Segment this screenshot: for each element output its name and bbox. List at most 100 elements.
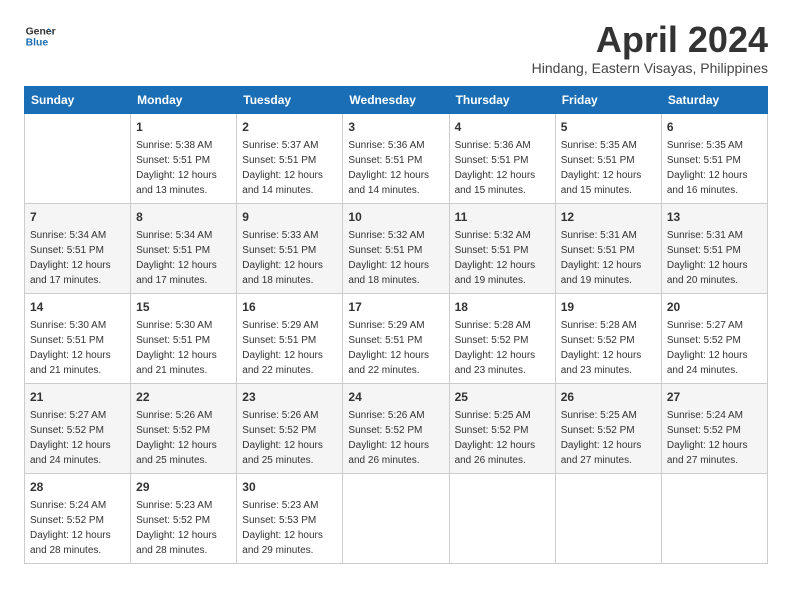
calendar-cell: 18 Sunrise: 5:28 AM Sunset: 5:52 PM Dayli… [449,293,555,383]
calendar-cell: 11 Sunrise: 5:32 AM Sunset: 5:51 PM Dayli… [449,203,555,293]
day-info: Sunrise: 5:38 AM Sunset: 5:51 PM Dayligh… [136,138,231,198]
day-number: 1 [136,118,231,136]
day-number: 13 [667,208,762,226]
calendar-week-1: 1 Sunrise: 5:38 AM Sunset: 5:51 PM Daylig… [25,113,768,203]
logo-icon: General Blue [24,20,56,52]
day-info: Sunrise: 5:24 AM Sunset: 5:52 PM Dayligh… [30,498,125,558]
calendar-cell: 6Sunrise: 5:35 AM Sunset: 5:51 PM Daylig… [661,113,767,203]
day-info: Sunrise: 5:28 AM Sunset: 5:52 PM Dayligh… [561,318,656,378]
day-number: 28 [30,478,125,496]
calendar-cell: 27 Sunrise: 5:24 AM Sunset: 5:52 PM Dayli… [661,383,767,473]
calendar-cell [661,473,767,563]
col-header-friday: Friday [555,86,661,113]
day-info: Sunrise: 5:30 AM Sunset: 5:51 PM Dayligh… [136,318,231,378]
day-number: 8 [136,208,231,226]
calendar-cell: 9 Sunrise: 5:33 AM Sunset: 5:51 PM Daylig… [237,203,343,293]
calendar-week-4: 21Sunrise: 5:27 AM Sunset: 5:52 PM Dayli… [25,383,768,473]
day-number: 15 [136,298,231,316]
day-number: 21 [30,388,125,406]
calendar-cell: 17Sunrise: 5:29 AM Sunset: 5:51 PM Dayli… [343,293,449,383]
calendar-cell: 22Sunrise: 5:26 AM Sunset: 5:52 PM Dayli… [131,383,237,473]
calendar-cell [25,113,131,203]
month-title: April 2024 [532,20,768,60]
calendar-cell: 28 Sunrise: 5:24 AM Sunset: 5:52 PM Dayli… [25,473,131,563]
day-number: 11 [455,208,550,226]
col-header-saturday: Saturday [661,86,767,113]
day-info: Sunrise: 5:26 AM Sunset: 5:52 PM Dayligh… [136,408,231,468]
calendar-cell: 13 Sunrise: 5:31 AM Sunset: 5:51 PM Dayli… [661,203,767,293]
day-number: 17 [348,298,443,316]
day-number: 4 [455,118,550,136]
calendar-week-3: 14Sunrise: 5:30 AM Sunset: 5:51 PM Dayli… [25,293,768,383]
calendar-cell: 15 Sunrise: 5:30 AM Sunset: 5:51 PM Dayli… [131,293,237,383]
day-number: 27 [667,388,762,406]
calendar-cell: 12 Sunrise: 5:31 AM Sunset: 5:51 PM Dayli… [555,203,661,293]
day-number: 24 [348,388,443,406]
calendar-cell: 7 Sunrise: 5:34 AM Sunset: 5:51 PM Daylig… [25,203,131,293]
calendar-cell [343,473,449,563]
col-header-monday: Monday [131,86,237,113]
calendar-cell: 25 Sunrise: 5:25 AM Sunset: 5:52 PM Dayli… [449,383,555,473]
day-number: 23 [242,388,337,406]
day-number: 30 [242,478,337,496]
day-info: Sunrise: 5:32 AM Sunset: 5:51 PM Dayligh… [348,228,443,288]
day-info: Sunrise: 5:34 AM Sunset: 5:51 PM Dayligh… [30,228,125,288]
day-number: 7 [30,208,125,226]
calendar-cell: 24 Sunrise: 5:26 AM Sunset: 5:52 PM Dayli… [343,383,449,473]
col-header-wednesday: Wednesday [343,86,449,113]
day-number: 9 [242,208,337,226]
day-info: Sunrise: 5:27 AM Sunset: 5:52 PM Dayligh… [667,318,762,378]
day-info: Sunrise: 5:36 AM Sunset: 5:51 PM Dayligh… [455,138,550,198]
day-info: Sunrise: 5:25 AM Sunset: 5:52 PM Dayligh… [455,408,550,468]
calendar-cell: 29 Sunrise: 5:23 AM Sunset: 5:52 PM Dayli… [131,473,237,563]
calendar-cell: 23 Sunrise: 5:26 AM Sunset: 5:52 PM Dayli… [237,383,343,473]
calendar-cell: 2Sunrise: 5:37 AM Sunset: 5:51 PM Daylig… [237,113,343,203]
day-number: 12 [561,208,656,226]
calendar-cell: 21Sunrise: 5:27 AM Sunset: 5:52 PM Dayli… [25,383,131,473]
svg-text:Blue: Blue [26,38,49,49]
calendar-cell: 5Sunrise: 5:35 AM Sunset: 5:51 PM Daylig… [555,113,661,203]
day-info: Sunrise: 5:33 AM Sunset: 5:51 PM Dayligh… [242,228,337,288]
day-info: Sunrise: 5:31 AM Sunset: 5:51 PM Dayligh… [561,228,656,288]
day-info: Sunrise: 5:30 AM Sunset: 5:51 PM Dayligh… [30,318,125,378]
day-number: 5 [561,118,656,136]
calendar-cell: 4 Sunrise: 5:36 AM Sunset: 5:51 PM Daylig… [449,113,555,203]
day-info: Sunrise: 5:26 AM Sunset: 5:52 PM Dayligh… [348,408,443,468]
calendar-cell: 10 Sunrise: 5:32 AM Sunset: 5:51 PM Dayli… [343,203,449,293]
day-info: Sunrise: 5:24 AM Sunset: 5:52 PM Dayligh… [667,408,762,468]
day-info: Sunrise: 5:23 AM Sunset: 5:52 PM Dayligh… [136,498,231,558]
day-info: Sunrise: 5:26 AM Sunset: 5:52 PM Dayligh… [242,408,337,468]
location-subtitle: Hindang, Eastern Visayas, Philippines [532,60,768,76]
calendar-cell [449,473,555,563]
logo: General Blue [24,20,56,52]
day-info: Sunrise: 5:32 AM Sunset: 5:51 PM Dayligh… [455,228,550,288]
title-block: April 2024 Hindang, Eastern Visayas, Phi… [532,20,768,76]
day-info: Sunrise: 5:31 AM Sunset: 5:51 PM Dayligh… [667,228,762,288]
day-number: 26 [561,388,656,406]
calendar-table: SundayMondayTuesdayWednesdayThursdayFrid… [24,86,768,564]
calendar-cell: 30Sunrise: 5:23 AM Sunset: 5:53 PM Dayli… [237,473,343,563]
calendar-cell: 19Sunrise: 5:28 AM Sunset: 5:52 PM Dayli… [555,293,661,383]
day-number: 25 [455,388,550,406]
day-info: Sunrise: 5:25 AM Sunset: 5:52 PM Dayligh… [561,408,656,468]
calendar-cell: 3 Sunrise: 5:36 AM Sunset: 5:51 PM Daylig… [343,113,449,203]
day-number: 6 [667,118,762,136]
day-number: 3 [348,118,443,136]
day-number: 16 [242,298,337,316]
calendar-cell: 1 Sunrise: 5:38 AM Sunset: 5:51 PM Daylig… [131,113,237,203]
calendar-cell [555,473,661,563]
calendar-cell: 26 Sunrise: 5:25 AM Sunset: 5:52 PM Dayli… [555,383,661,473]
day-info: Sunrise: 5:28 AM Sunset: 5:52 PM Dayligh… [455,318,550,378]
day-number: 20 [667,298,762,316]
calendar-cell: 16 Sunrise: 5:29 AM Sunset: 5:51 PM Dayli… [237,293,343,383]
calendar-body: 1 Sunrise: 5:38 AM Sunset: 5:51 PM Daylig… [25,113,768,563]
calendar-cell: 14Sunrise: 5:30 AM Sunset: 5:51 PM Dayli… [25,293,131,383]
calendar-cell: 8Sunrise: 5:34 AM Sunset: 5:51 PM Daylig… [131,203,237,293]
day-number: 29 [136,478,231,496]
day-number: 10 [348,208,443,226]
day-info: Sunrise: 5:29 AM Sunset: 5:51 PM Dayligh… [242,318,337,378]
day-info: Sunrise: 5:36 AM Sunset: 5:51 PM Dayligh… [348,138,443,198]
calendar-week-5: 28 Sunrise: 5:24 AM Sunset: 5:52 PM Dayli… [25,473,768,563]
col-header-thursday: Thursday [449,86,555,113]
day-number: 18 [455,298,550,316]
